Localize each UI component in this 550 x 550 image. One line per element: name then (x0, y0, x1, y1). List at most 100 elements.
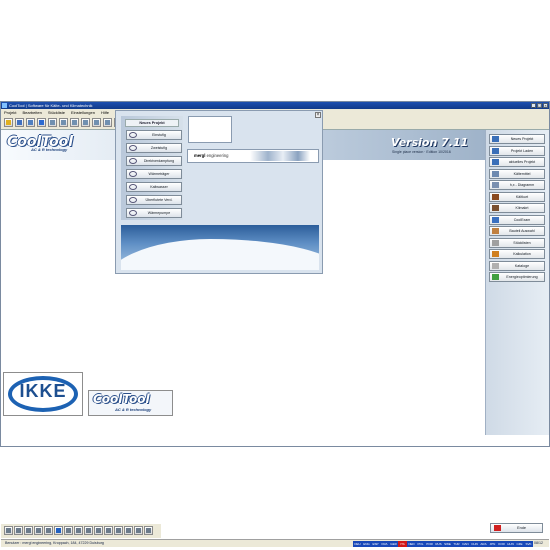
menu-button-9[interactable]: Stücklisten (489, 237, 545, 248)
language-svk[interactable]: SVK (524, 541, 533, 547)
language-ita[interactable]: ITA (398, 541, 407, 547)
mergl-banner: mergl engineering (187, 149, 319, 163)
exit-button[interactable]: Ende (490, 523, 543, 533)
toolbar-button-9[interactable] (103, 118, 112, 127)
bottom-tool-4[interactable] (44, 526, 53, 535)
project-type-button-0[interactable]: Einstufig (126, 130, 182, 140)
parts-list-icon (492, 239, 499, 246)
bottom-tool-13[interactable] (134, 526, 143, 535)
language-swe[interactable]: SWE (443, 541, 452, 547)
menu-button-12[interactable]: Energieoptimierung (489, 272, 545, 282)
language-kor[interactable]: KOR (497, 541, 506, 547)
toolbar-button-5[interactable] (59, 118, 68, 127)
language-chn[interactable]: CHN (470, 541, 479, 547)
bottom-info-icon (46, 528, 51, 533)
menu-button-label: Kältemittel (513, 171, 531, 176)
toolbar-button-1[interactable] (15, 118, 24, 127)
bottom-back-icon (66, 528, 71, 533)
toolbar-button-0[interactable] (4, 118, 13, 127)
menu-button-label: Neues Projekt (510, 137, 534, 141)
bottom-tool-9[interactable] (94, 526, 103, 535)
language-pol[interactable]: POL (416, 541, 425, 547)
menu-button-4[interactable]: h,x - Diagramm (489, 180, 545, 190)
toolbar-button-3[interactable] (37, 118, 46, 127)
menu-button-1[interactable]: Projekt Laden (489, 145, 545, 156)
bottom-tool-10[interactable] (104, 526, 113, 535)
language-ned[interactable]: NED (407, 541, 416, 547)
heat-pump-icon (129, 210, 137, 216)
language-fra[interactable]: FRA (380, 541, 389, 547)
project-type-button-5[interactable]: Überflutete Verd. (126, 195, 182, 205)
bottom-tool-1[interactable] (14, 526, 23, 535)
bottom-toolbar (1, 524, 161, 538)
language-esp[interactable]: ESP (371, 541, 380, 547)
cooltool-logo-text: CoolTool (93, 392, 150, 406)
language-ger[interactable]: GER (389, 541, 398, 547)
project-type-button-6[interactable]: Wärmepumpe (126, 208, 182, 218)
menu-button-2[interactable]: aktuelles Projekt (489, 157, 545, 167)
menu-button-7[interactable]: CoolExam (489, 214, 545, 225)
bottom-print-icon (6, 528, 11, 533)
bottom-tool-5[interactable] (54, 526, 63, 535)
menu-button-5[interactable]: Kältkurt (489, 191, 545, 202)
toolbar-button-6[interactable] (70, 118, 79, 127)
project-type-button-2[interactable]: Direktverdampfung (126, 156, 182, 166)
language-eng[interactable]: ENG (362, 541, 371, 547)
bottom-tool-12[interactable] (124, 526, 133, 535)
project-type-button-3[interactable]: Wärmeträger (126, 169, 182, 179)
menu-item-3[interactable]: Einstellungen (71, 110, 95, 115)
toolbar-button-8[interactable] (92, 118, 101, 127)
dialog-title: Neues Projekt (125, 119, 179, 127)
language-hun[interactable]: HUN (506, 541, 515, 547)
bottom-calc-icon (106, 528, 111, 533)
language-deu[interactable]: DEU (353, 541, 362, 547)
version-label: Version 7.11 (391, 136, 469, 149)
two-stage-icon (129, 145, 137, 151)
menu-button-8[interactable]: Bauteil Auswahl (489, 226, 545, 236)
language-dan[interactable]: DAN (461, 541, 470, 547)
maximize-button[interactable]: □ (537, 103, 542, 108)
bottom-tool-6[interactable] (64, 526, 73, 535)
menu-item-2[interactable]: Stückliste (48, 110, 65, 115)
current-project-icon (492, 159, 499, 165)
heat-transfer-icon (129, 171, 137, 177)
language-ara[interactable]: ARA (479, 541, 488, 547)
language-por[interactable]: POR (425, 541, 434, 547)
bottom-tool-14[interactable] (144, 526, 153, 535)
project-type-button-1[interactable]: Zweistufig (126, 143, 182, 153)
bottom-tool-11[interactable] (114, 526, 123, 535)
menu-button-label: Kalkulation (513, 252, 531, 256)
close-window-button[interactable]: × (543, 103, 548, 108)
language-rus[interactable]: RUS (434, 541, 443, 547)
menu-item-4[interactable]: Hilfe (101, 110, 109, 115)
language-cze[interactable]: CZE (515, 541, 524, 547)
language-jpn[interactable]: JPN (488, 541, 497, 547)
toolbar-button-7[interactable] (81, 118, 90, 127)
bottom-forward-icon (76, 528, 81, 533)
cooltool-logo: CoolTool AC & R technology (88, 390, 173, 416)
project-type-button-4[interactable]: Kaltwasser (126, 182, 182, 192)
toolbar-button-4[interactable] (48, 118, 57, 127)
menu-button-10[interactable]: Kalkulation (489, 249, 545, 259)
ikke-logo: IKKE (3, 372, 83, 416)
mergl-brand: mergl (194, 153, 206, 158)
bottom-chart-icon (116, 528, 121, 533)
menu-button-11[interactable]: Kataloge (489, 260, 545, 271)
menu-button-3[interactable]: Kältemittel (489, 168, 545, 179)
new-project-icon (492, 136, 499, 142)
language-tur[interactable]: TUR (452, 541, 461, 547)
tool-oval-1-icon (50, 120, 55, 125)
menu-button-0[interactable]: Neues Projekt (489, 134, 545, 144)
bottom-grid-icon (126, 528, 131, 533)
minimize-button[interactable]: _ (531, 103, 536, 108)
toolbar-button-2[interactable] (26, 118, 35, 127)
dialog-close-button[interactable]: × (315, 112, 321, 118)
bottom-tool-8[interactable] (84, 526, 93, 535)
bottom-tool-3[interactable] (34, 526, 43, 535)
menu-button-6[interactable]: Klimakrt (489, 203, 545, 213)
menu-item-0[interactable]: Projekt (4, 110, 16, 115)
menu-item-1[interactable]: Bearbeiten (22, 110, 41, 115)
bottom-tool-2[interactable] (24, 526, 33, 535)
bottom-tool-7[interactable] (74, 526, 83, 535)
bottom-tool-0[interactable] (4, 526, 13, 535)
